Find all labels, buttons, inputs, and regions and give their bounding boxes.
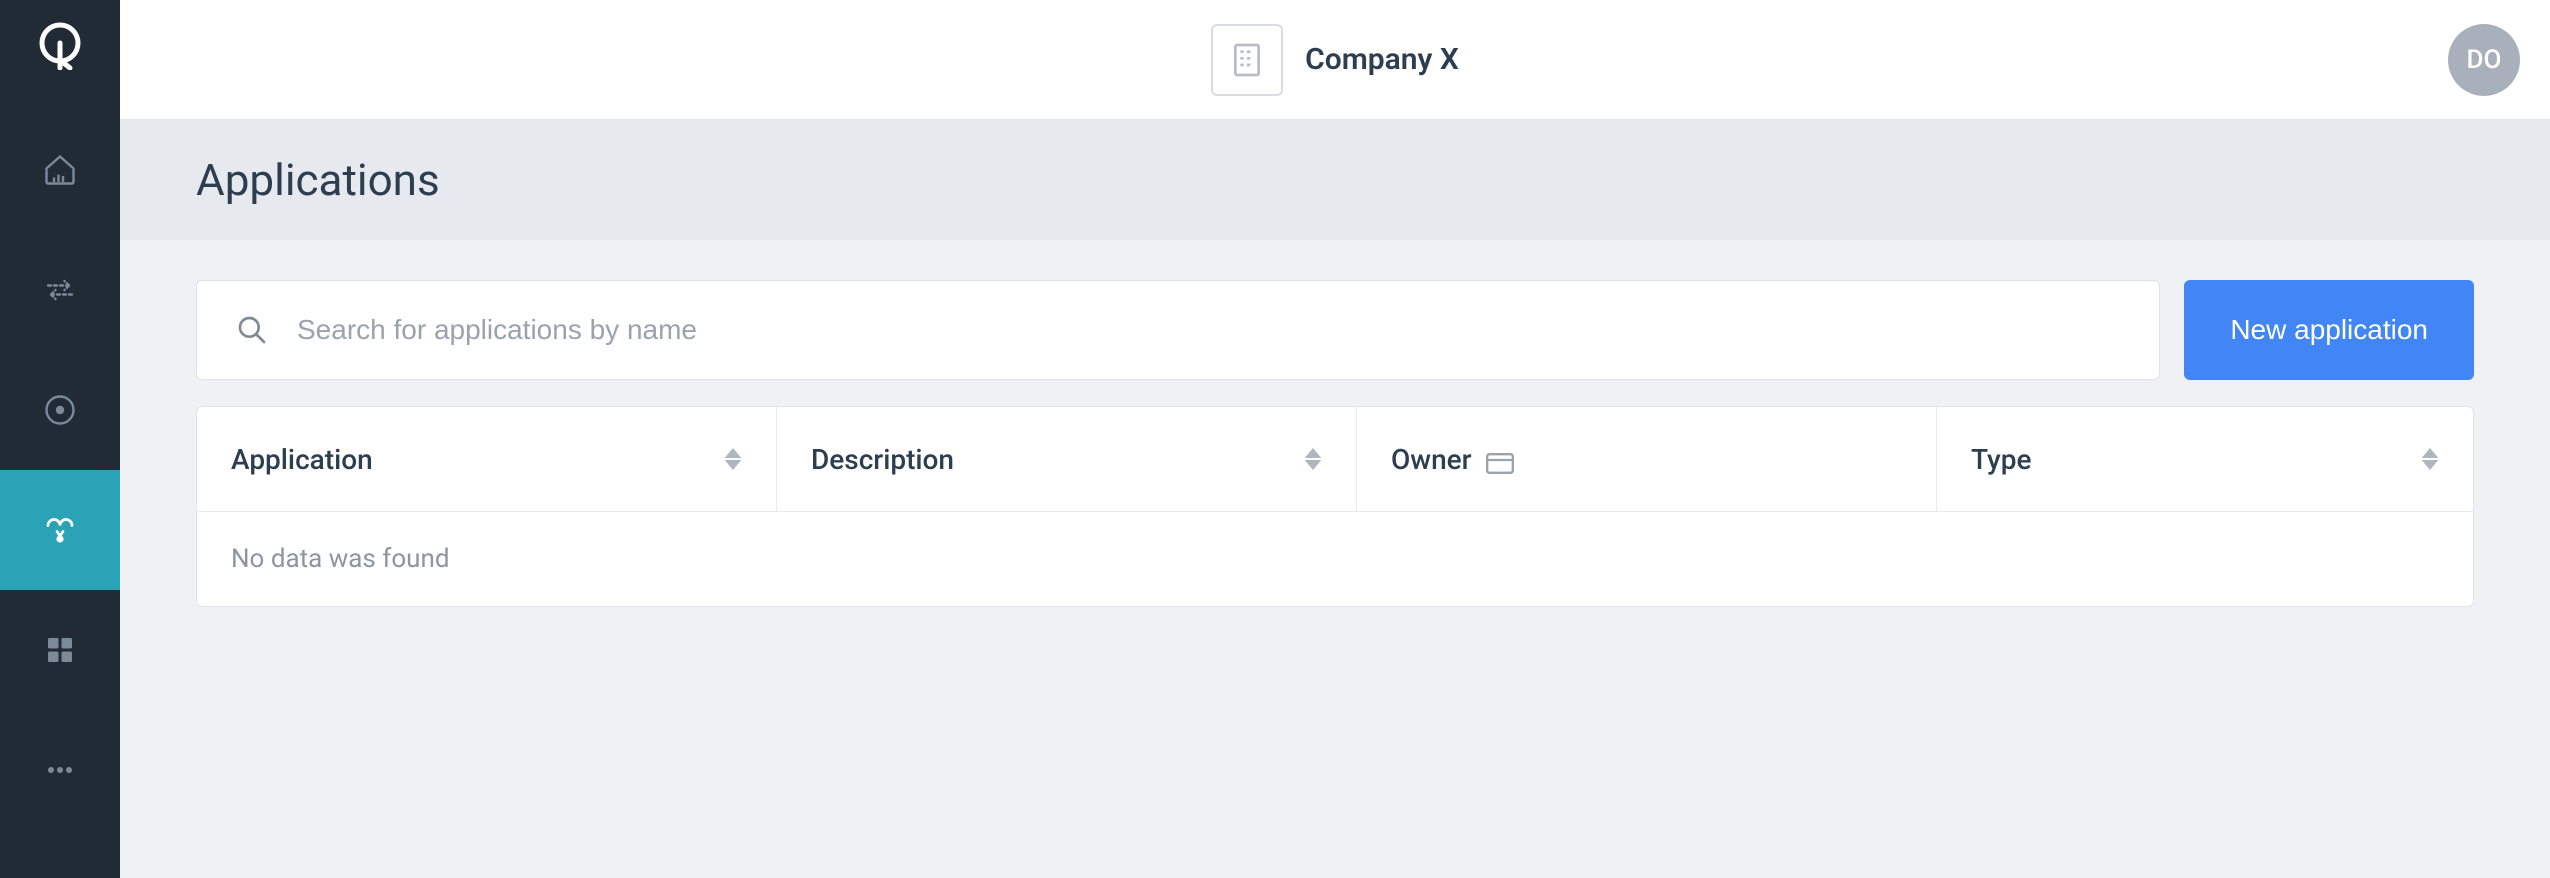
sort-icon	[2421, 448, 2439, 470]
search-wrapper	[196, 280, 2160, 380]
sort-icon	[724, 448, 742, 470]
nav-target[interactable]	[0, 350, 120, 470]
column-label: Description	[811, 443, 954, 476]
page-title: Applications	[196, 154, 440, 206]
page-title-bar: Applications	[120, 120, 2550, 240]
search-input[interactable]	[196, 280, 2160, 380]
app-logo	[35, 20, 85, 70]
sort-icon	[1304, 448, 1322, 470]
column-label: Type	[1971, 443, 2031, 476]
toolbar: New application	[196, 280, 2474, 380]
user-avatar[interactable]: DO	[2448, 24, 2520, 96]
top-bar: Company X DO	[120, 0, 2550, 120]
table-body: No data was found	[197, 512, 2473, 606]
empty-state: No data was found	[197, 512, 2473, 606]
column-header-application[interactable]: Application	[197, 407, 777, 511]
sidebar	[0, 0, 120, 878]
search-icon	[236, 314, 268, 346]
column-label: Owner	[1391, 443, 1472, 476]
main-area: Company X DO Applications New applica	[120, 0, 2550, 878]
column-label: Application	[231, 443, 373, 476]
applications-table: Application Description	[196, 406, 2474, 607]
building-icon	[1211, 24, 1283, 96]
column-header-description[interactable]: Description	[777, 407, 1357, 511]
column-header-owner[interactable]: Owner	[1357, 407, 1937, 511]
nav-grid[interactable]	[0, 590, 120, 710]
content: New application Application Description	[120, 240, 2550, 878]
nav-transfers[interactable]	[0, 230, 120, 350]
company-selector[interactable]: Company X	[1211, 24, 1459, 96]
new-application-button[interactable]: New application	[2184, 280, 2474, 380]
column-header-type[interactable]: Type	[1937, 407, 2473, 511]
nav-home[interactable]	[0, 110, 120, 230]
company-name: Company X	[1305, 42, 1459, 77]
table-header: Application Description	[197, 407, 2473, 512]
nav-applications[interactable]	[0, 470, 120, 590]
nav-more[interactable]	[0, 710, 120, 830]
card-icon	[1486, 448, 1514, 470]
